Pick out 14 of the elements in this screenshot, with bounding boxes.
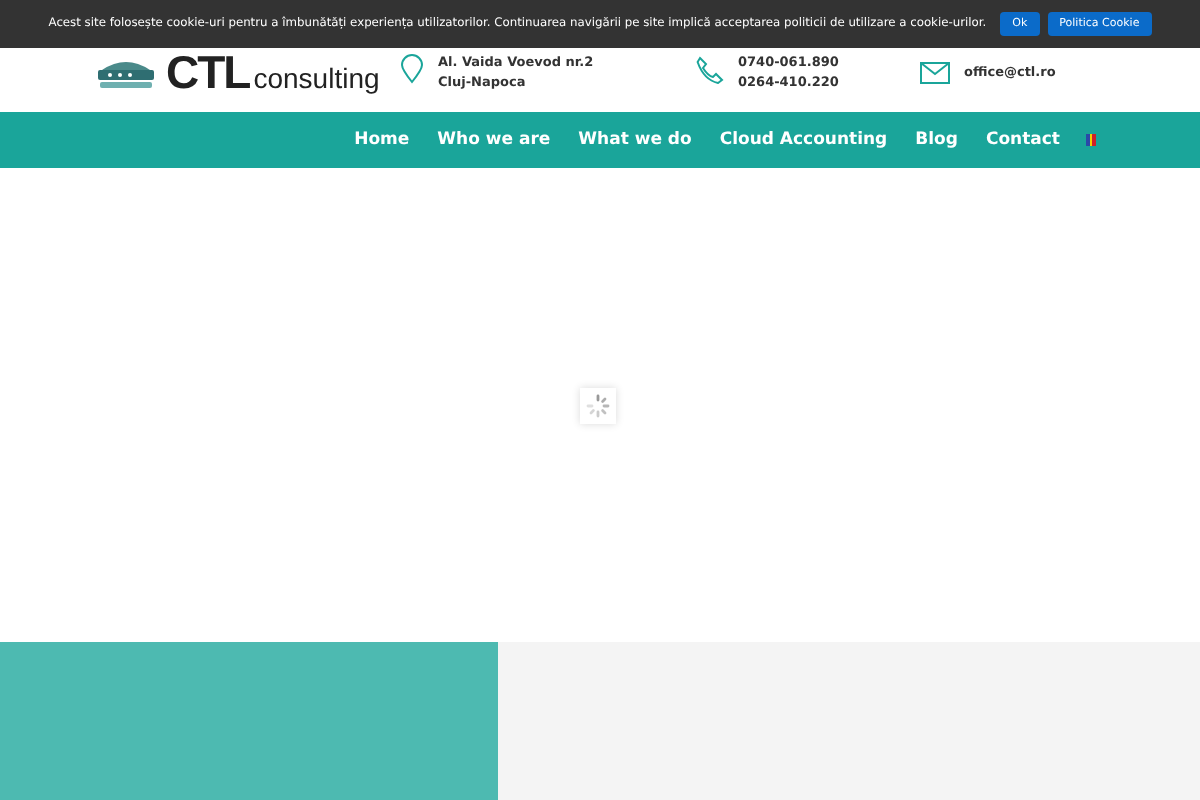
nav-link[interactable]: Home xyxy=(340,130,424,150)
logo-tagline: consulting xyxy=(253,62,380,94)
nav-link[interactable]: Contact xyxy=(971,130,1074,150)
location-pin-icon xyxy=(400,53,424,83)
flag-icon[interactable] xyxy=(1086,134,1096,146)
loading-spinner-icon xyxy=(580,388,616,424)
nav-link[interactable]: Blog xyxy=(901,130,972,150)
envelope-icon xyxy=(920,61,950,83)
phone-icon xyxy=(696,55,724,83)
nav-link[interactable]: Cloud Accounting xyxy=(705,130,902,150)
logo-icon xyxy=(96,58,156,90)
nav-link[interactable]: What we do xyxy=(564,130,706,150)
logo-text: CTL xyxy=(166,50,250,94)
nav-link[interactable]: Who we are xyxy=(423,130,565,150)
